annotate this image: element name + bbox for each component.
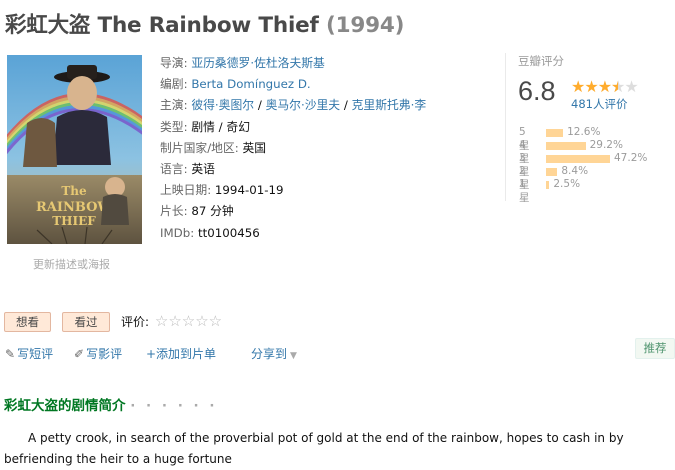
genre-row: 类型: 剧情 / 奇幻 bbox=[160, 117, 426, 138]
distribution-percent: 8.4% bbox=[561, 165, 589, 177]
svg-text:RAINBOW: RAINBOW bbox=[36, 200, 112, 215]
want-to-watch-button[interactable]: 想看 bbox=[4, 312, 51, 332]
my-rating: 评价: ☆☆☆☆☆ bbox=[121, 312, 222, 330]
star-icon: ★ bbox=[597, 77, 612, 96]
rating-stars: ★★★★ ★ bbox=[571, 77, 639, 96]
star-icon: ★ bbox=[584, 77, 598, 96]
rating-panel: 豆瓣评分 6.8 ★★★★★ 481人评价 5星 12.6% 4星 29.2% … bbox=[518, 53, 668, 204]
release-row: 上映日期: 1994-01-19 bbox=[160, 180, 426, 201]
runtime-label: 片长: bbox=[160, 204, 188, 219]
language-row: 语言: 英语 bbox=[160, 159, 426, 180]
writer-link[interactable]: Berta Domínguez D. bbox=[191, 77, 310, 91]
review-label: 写影评 bbox=[86, 347, 123, 361]
writer-label: 编剧: bbox=[160, 77, 188, 92]
synopsis-dots: · · · · · · bbox=[130, 398, 218, 414]
distribution-label: 1星 bbox=[519, 178, 530, 204]
distribution-percent: 12.6% bbox=[567, 126, 601, 138]
movie-year: (1994) bbox=[325, 13, 405, 38]
svg-text:THIEF: THIEF bbox=[52, 214, 96, 228]
imdb-row: IMDb: tt0100456 bbox=[160, 223, 426, 244]
poster-title-text: The bbox=[61, 184, 87, 198]
distribution-percent: 29.2% bbox=[589, 139, 623, 151]
release-value: 1994-01-19 bbox=[214, 183, 284, 198]
movie-poster[interactable]: The RAINBOW THIEF bbox=[7, 55, 142, 244]
cast-link-1[interactable]: 彼得·奥图尔 bbox=[191, 98, 254, 112]
review-link[interactable]: ✐ 写影评 bbox=[74, 345, 122, 362]
director-row: 导演: 亚历桑德罗·佐杜洛夫斯基 bbox=[160, 53, 426, 74]
empty-star-icon: ★ bbox=[624, 77, 638, 96]
director-label: 导演: bbox=[160, 56, 188, 70]
writer-row: 编剧: Berta Domínguez D. bbox=[160, 74, 426, 95]
pencil-icon: ✎ bbox=[5, 347, 16, 361]
imdb-value: tt0100456 bbox=[197, 225, 260, 240]
star-icon: ★ bbox=[571, 77, 585, 96]
distribution-bar bbox=[546, 129, 564, 137]
imdb-label: IMDb: bbox=[160, 225, 195, 240]
synopsis-title: 彩虹大盗的剧情简介 · · · · · · bbox=[4, 394, 217, 414]
distribution-percent: 2.5% bbox=[553, 178, 581, 190]
my-rating-label: 评价: bbox=[121, 315, 150, 329]
movie-title: 彩虹大盗 The Rainbow Thief bbox=[5, 13, 319, 38]
half-star-icon: ★ bbox=[611, 77, 625, 96]
distribution-percent: 47.2% bbox=[614, 152, 648, 164]
short-review-link[interactable]: ✎ 写短评 bbox=[5, 345, 53, 362]
recommend-button[interactable]: 推荐 bbox=[635, 338, 675, 359]
genre-value: 剧情 / 奇幻 bbox=[191, 119, 250, 134]
poster-image: The RAINBOW THIEF bbox=[7, 55, 142, 244]
movie-info: 导演: 亚历桑德罗·佐杜洛夫斯基 编剧: Berta Domínguez D. … bbox=[160, 53, 426, 244]
runtime-value: 87 分钟 bbox=[191, 204, 234, 219]
language-label: 语言: bbox=[160, 162, 188, 177]
synopsis-text: A petty crook, in search of the proverbi… bbox=[4, 431, 624, 466]
runtime-row: 片长: 87 分钟 bbox=[160, 201, 426, 222]
distribution-bar bbox=[546, 181, 550, 189]
chevron-down-icon: ▼ bbox=[290, 351, 297, 361]
cast-link-3[interactable]: 克里斯托弗·李 bbox=[352, 98, 427, 112]
cast-separator: / bbox=[254, 98, 266, 113]
rate-stars[interactable]: ☆☆☆☆☆ bbox=[155, 312, 222, 330]
pen-icon: ✐ bbox=[74, 347, 85, 361]
cast-label: 主演: bbox=[160, 98, 188, 113]
synopsis-title-text: 彩虹大盗的剧情简介 bbox=[4, 398, 126, 414]
share-dropdown[interactable]: 分享到 ▼ bbox=[251, 345, 297, 362]
rating-title: 豆瓣评分 bbox=[518, 54, 564, 68]
rating-score: 6.8 bbox=[518, 76, 556, 106]
director-link[interactable]: 亚历桑德罗·佐杜洛夫斯基 bbox=[191, 56, 325, 70]
share-label: 分享到 bbox=[251, 347, 288, 361]
genre-label: 类型: bbox=[160, 119, 188, 134]
distribution-bar bbox=[546, 155, 610, 163]
update-poster-link[interactable]: 更新描述或海报 bbox=[33, 256, 110, 272]
short-review-label: 写短评 bbox=[17, 347, 54, 361]
divider bbox=[505, 53, 506, 201]
cast-separator: / bbox=[340, 98, 352, 113]
distribution-bar bbox=[546, 168, 558, 176]
votes-link[interactable]: 481人评价 bbox=[571, 96, 627, 112]
distribution-bar bbox=[546, 142, 586, 150]
release-label: 上映日期: bbox=[160, 183, 212, 198]
add-to-list-link[interactable]: +添加到片单 bbox=[146, 345, 216, 362]
watched-button[interactable]: 看过 bbox=[62, 312, 110, 332]
country-row: 制片国家/地区: 英国 bbox=[160, 138, 426, 159]
cast-row: 主演: 彼得·奥图尔 / 奥马尔·沙里夫 / 克里斯托弗·李 bbox=[160, 95, 426, 116]
country-label: 制片国家/地区: bbox=[160, 140, 239, 155]
cast-link-2[interactable]: 奥马尔·沙里夫 bbox=[266, 98, 341, 112]
language-value: 英语 bbox=[191, 162, 215, 177]
country-value: 英国 bbox=[242, 140, 267, 155]
page-title: 彩虹大盗 The Rainbow Thief (1994) bbox=[5, 8, 404, 39]
